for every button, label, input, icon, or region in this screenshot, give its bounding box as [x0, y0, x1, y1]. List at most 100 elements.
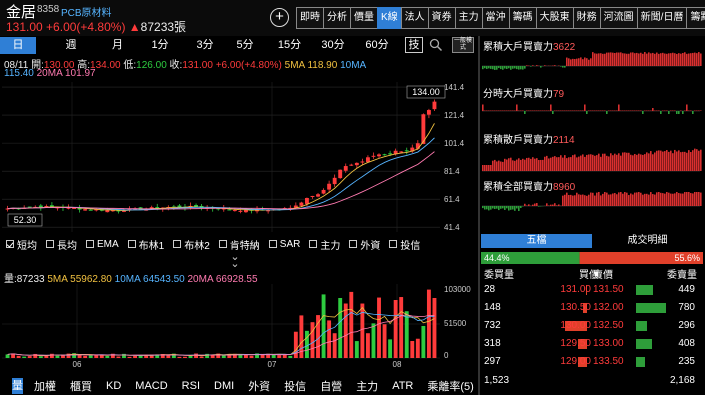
indicator-toggle-7[interactable]: 主力 [309, 237, 341, 252]
flow-panel-0[interactable]: 累積大戶買賣力3622 [480, 38, 705, 82]
flow-bar [654, 194, 656, 206]
orderbook-cell-ap: 132.00 [593, 302, 624, 313]
flow-bar [664, 110, 666, 111]
nav-tab-10[interactable]: 財務 [572, 7, 601, 29]
period-tab-7[interactable]: 30分 [316, 37, 350, 54]
period-tab-6[interactable]: 15分 [272, 37, 307, 54]
nav-tab-13[interactable]: 籌點/公司 [686, 7, 705, 29]
indicator-toggle-9[interactable]: 投信 [389, 237, 420, 252]
expand-chevron-icon[interactable]: ⌄ ⌄ [228, 252, 242, 270]
flow-bar [550, 204, 552, 206]
flow-bar [636, 154, 638, 171]
indicator-toggle-6[interactable]: SAR [268, 237, 300, 251]
indicator-toggle-1[interactable]: 長均 [46, 237, 77, 252]
nav-tab-0[interactable]: 即時 [296, 7, 324, 29]
search-icon[interactable] [429, 38, 443, 52]
bottom-tab-8[interactable]: 投信 [277, 378, 313, 394]
flow-bar [626, 152, 628, 171]
indicator-toggle-8[interactable]: 外資 [349, 237, 380, 252]
indicator-toggle-2[interactable]: EMA [86, 237, 119, 251]
bottom-tab-6[interactable]: DMI [207, 380, 241, 392]
flow-bar [700, 53, 702, 66]
nav-tab-12[interactable]: 新聞/日曆 [636, 7, 688, 29]
indicator-label: 主力 [320, 240, 341, 252]
stock-industry[interactable]: PCB原材料 [61, 4, 112, 19]
nav-tab-4[interactable]: 法人 [400, 7, 429, 29]
nav-tab-11[interactable]: 河流圖 [599, 7, 638, 29]
flow-bar [552, 204, 554, 206]
period-tab-2[interactable]: 月 [100, 37, 135, 54]
layout-mode-button[interactable]: 一般模式 [452, 37, 474, 53]
period-tab-3[interactable]: 1分 [145, 37, 175, 54]
bottom-tab-4[interactable]: MACD [128, 380, 174, 392]
vol-x-tick: 06 [73, 360, 82, 369]
flow-bar [684, 192, 686, 206]
flow-bar [612, 155, 614, 171]
flow-bar [582, 59, 584, 66]
bottom-tab-11[interactable]: ATR [385, 380, 420, 392]
technical-button[interactable]: 技 [405, 37, 423, 53]
period-tab-4[interactable]: 3分 [190, 37, 220, 54]
period-tab-5[interactable]: 5分 [230, 37, 260, 54]
bottom-tab-12[interactable]: 乘離率(5) [420, 378, 480, 394]
checkbox-icon[interactable] [218, 240, 227, 248]
bottom-tab-2[interactable]: 櫃買 [63, 378, 99, 394]
bottom-tab-1[interactable]: 加權 [27, 378, 63, 394]
nav-tab-1[interactable]: 分析 [323, 7, 351, 29]
add-watchlist-button[interactable]: + [270, 8, 289, 27]
flow-bar [548, 110, 550, 111]
flow-panel-3[interactable]: 累積全部買賣力8960 [480, 178, 705, 222]
orderbook-cell-bp: 131.00 [560, 284, 591, 295]
period-tab-1[interactable]: 週 [50, 37, 92, 54]
nav-tab-7[interactable]: 當沖 [481, 7, 510, 29]
flow-panel-1[interactable]: 分時大戶買賣力79 [480, 85, 705, 129]
flow-bar [580, 155, 582, 171]
bottom-tab-7[interactable]: 外資 [241, 378, 277, 394]
candlestick-chart[interactable]: 141.4 121.4 101.4 81.4 61.4 41.4 134.00 52.30 [2, 82, 476, 232]
nav-tab-5[interactable]: 資券 [427, 7, 456, 29]
bottom-tab-10[interactable]: 主力 [349, 378, 385, 394]
volume-chart[interactable]: 103000 51500 0 06 07 08 [2, 284, 476, 370]
orderbook-row[interactable]: 28 131.00 131.50 449 [481, 283, 703, 297]
indicator-toggle-3[interactable]: 布林1 [127, 237, 164, 252]
checkbox-icon[interactable] [6, 240, 14, 248]
flow-bar [482, 66, 484, 70]
checkbox-icon[interactable] [268, 240, 277, 248]
orderbook-row[interactable]: 732 130.00 132.50 296 [481, 319, 703, 333]
orderbook-row[interactable]: 148 130.50 132.00 780 [481, 301, 703, 315]
nav-tab-2[interactable]: 價量 [350, 7, 378, 29]
nav-tab-9[interactable]: 大股東 [535, 7, 574, 29]
info-close-label: 收: [169, 60, 183, 71]
checkbox-icon[interactable] [389, 240, 398, 248]
orderbook-tab-1[interactable]: 成交明細 [592, 234, 703, 248]
flow-bar [536, 110, 538, 111]
flow-bar [612, 110, 614, 111]
period-tab-8[interactable]: 60分 [360, 37, 394, 54]
flow-panel-2[interactable]: 累積散戶買賣力2114 [480, 131, 705, 175]
flow-bar [668, 111, 670, 114]
nav-tab-3[interactable]: K線 [377, 7, 402, 29]
checkbox-icon[interactable] [127, 240, 136, 248]
indicator-toggle-4[interactable]: 布林2 [173, 237, 210, 252]
period-tab-0[interactable]: 日 [0, 37, 36, 54]
flow-bar [592, 52, 594, 66]
checkbox-icon[interactable] [309, 240, 318, 248]
orderbook-tab-0[interactable]: 五檔 [481, 234, 592, 248]
bottom-tab-3[interactable]: KD [99, 380, 128, 392]
indicator-toggle-0[interactable]: 短均 [6, 237, 37, 252]
bottom-tab-0[interactable]: 量 [12, 377, 23, 394]
nav-tab-8[interactable]: 籌碼 [508, 7, 537, 29]
flow-bar [650, 53, 652, 66]
flow-bar [634, 53, 636, 66]
orderbook-row[interactable]: 318 129.50 133.00 408 [481, 337, 703, 351]
indicator-toggle-5[interactable]: 肯特納 [218, 237, 260, 252]
checkbox-icon[interactable] [349, 240, 358, 248]
checkbox-icon[interactable] [173, 240, 182, 248]
bottom-tab-5[interactable]: RSI [175, 380, 207, 392]
nav-tab-6[interactable]: 主力 [454, 7, 483, 29]
checkbox-icon[interactable] [86, 240, 94, 248]
flow-bar [488, 66, 490, 69]
orderbook-row[interactable]: 297 129.00 133.50 235 [481, 355, 703, 369]
bottom-tab-9[interactable]: 自營 [313, 378, 349, 394]
checkbox-icon[interactable] [46, 240, 54, 248]
